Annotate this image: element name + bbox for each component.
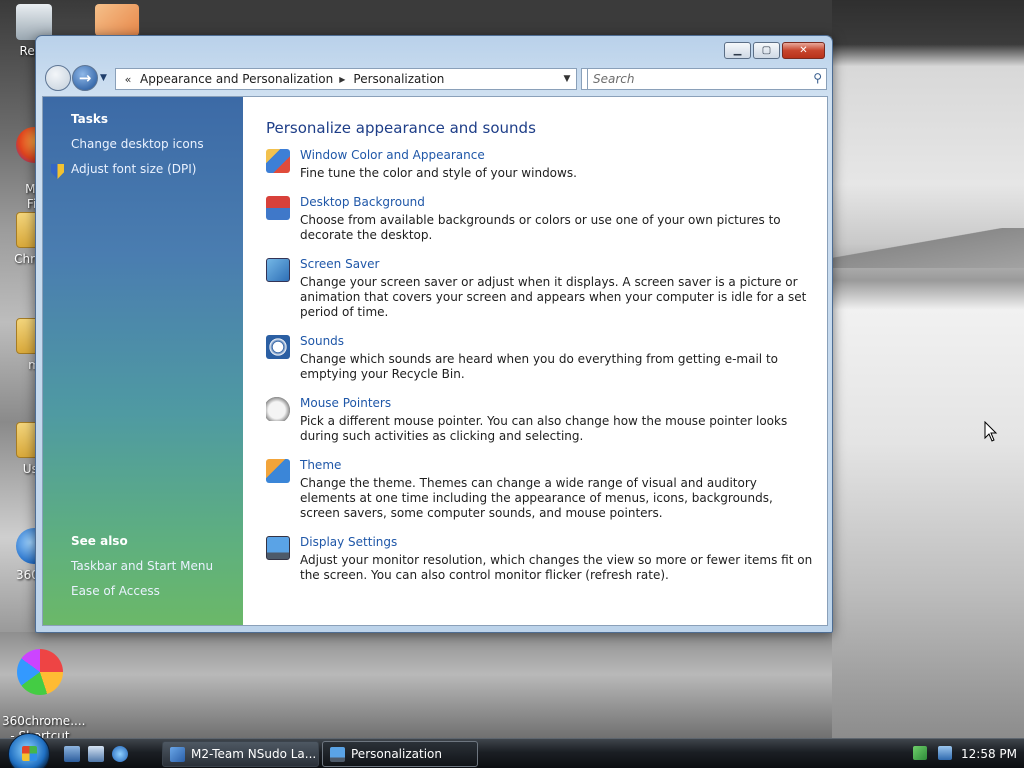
- theme-link[interactable]: Theme: [300, 457, 341, 473]
- list-item-display-settings: Display Settings Adjust your monitor res…: [266, 534, 816, 583]
- start-button[interactable]: [8, 733, 50, 768]
- ease-of-access-link[interactable]: Ease of Access: [71, 584, 160, 598]
- content-area: Tasks Change desktop icons Adjust font s…: [42, 96, 828, 626]
- page-title: Personalize appearance and sounds: [266, 119, 536, 137]
- desktop-wallpaper-top: [140, 0, 832, 36]
- desktop-wallpaper: [832, 0, 1024, 738]
- 360chrome-icon: [17, 649, 63, 695]
- desktop-wallpaper-floor: [0, 632, 832, 738]
- taskbar-start-menu-link[interactable]: Taskbar and Start Menu: [71, 559, 213, 573]
- caption-buttons: ▁ ▢ ✕: [722, 42, 825, 59]
- clock[interactable]: 12:58 PM: [961, 739, 1017, 768]
- forward-button[interactable]: →: [72, 65, 98, 91]
- back-button[interactable]: [45, 65, 71, 91]
- app-desktop-icon[interactable]: [95, 4, 139, 36]
- list-item-screen-saver: Screen Saver Change your screen saver or…: [266, 256, 816, 320]
- navigation-bar: → ▼ « Appearance and Personalization ▶ P…: [42, 64, 828, 94]
- switch-windows-icon[interactable]: [88, 746, 104, 762]
- color-palette-icon[interactable]: [266, 149, 290, 173]
- list-item-desktop-background: Desktop Background Choose from available…: [266, 194, 816, 243]
- search-icon[interactable]: ⚲: [813, 71, 822, 85]
- sounds-icon[interactable]: [266, 335, 290, 359]
- taskbar-button-personalization[interactable]: Personalization: [322, 741, 478, 767]
- maximize-button[interactable]: ▢: [753, 42, 780, 59]
- screen-saver-description: Change your screen saver or adjust when …: [300, 275, 807, 319]
- taskbar-button-nsudo[interactable]: M2-Team NSudo La...: [162, 741, 319, 767]
- address-dropdown-icon[interactable]: ▼: [558, 74, 576, 84]
- see-also-heading: See also: [71, 534, 128, 548]
- screen-saver-link[interactable]: Screen Saver: [300, 256, 379, 272]
- recent-pages-dropdown[interactable]: ▼: [100, 73, 107, 83]
- minimize-button[interactable]: ▁: [724, 42, 751, 59]
- taskbar-button-label: M2-Team NSudo La...: [191, 747, 317, 761]
- search-box[interactable]: ⚲: [587, 68, 827, 90]
- 360chrome-shortcut-desktop-icon[interactable]: 360chrome.... - Shortcut: [2, 634, 85, 744]
- breadcrumb-personalization[interactable]: Personalization: [353, 72, 444, 86]
- display-settings-description: Adjust your monitor resolution, which ch…: [300, 553, 813, 582]
- close-button[interactable]: ✕: [782, 42, 825, 59]
- adjust-font-size-link[interactable]: Adjust font size (DPI): [71, 162, 196, 176]
- sounds-link[interactable]: Sounds: [300, 333, 344, 349]
- desktop-background-icon[interactable]: [266, 196, 290, 220]
- desktop-wallpaper-hill: [832, 228, 1024, 268]
- uac-shield-icon: [51, 164, 64, 179]
- sounds-description: Change which sounds are heard when you d…: [300, 352, 778, 381]
- internet-explorer-icon[interactable]: [112, 746, 128, 762]
- arrow-right-icon: →: [78, 69, 92, 87]
- screen-saver-icon[interactable]: [266, 258, 290, 282]
- nsudo-icon: [170, 747, 185, 762]
- theme-icon[interactable]: [266, 459, 290, 483]
- main-pane: Personalize appearance and sounds Window…: [266, 119, 816, 583]
- personalization-window: ▁ ▢ ✕ → ▼ « Appearance and Personalizati…: [35, 35, 833, 633]
- mouse-cursor-icon: [984, 421, 998, 442]
- task-pane: Tasks Change desktop icons Adjust font s…: [43, 97, 243, 625]
- mouse-icon[interactable]: [266, 397, 290, 421]
- overflow-chevron-icon[interactable]: «: [116, 73, 140, 86]
- list-item-window-color: Window Color and Appearance Fine tune th…: [266, 147, 816, 181]
- desktop-background-link[interactable]: Desktop Background: [300, 194, 425, 210]
- tasks-heading: Tasks: [71, 112, 109, 126]
- breadcrumb-appearance[interactable]: Appearance and Personalization: [140, 72, 333, 86]
- show-desktop-icon[interactable]: [64, 746, 80, 762]
- window-color-link[interactable]: Window Color and Appearance: [300, 147, 485, 163]
- personalization-icon: [330, 747, 345, 762]
- mouse-pointers-description: Pick a different mouse pointer. You can …: [300, 414, 788, 443]
- network-tray-icon[interactable]: [938, 746, 952, 760]
- change-desktop-icons-link[interactable]: Change desktop icons: [71, 137, 204, 151]
- list-item-theme: Theme Change the theme. Themes can chang…: [266, 457, 816, 521]
- window-color-description: Fine tune the color and style of your wi…: [300, 166, 577, 180]
- theme-description: Change the theme. Themes can change a wi…: [300, 476, 773, 520]
- search-input[interactable]: [588, 69, 798, 89]
- taskbar: M2-Team NSudo La... Personalization 12:5…: [0, 733, 1024, 768]
- display-settings-link[interactable]: Display Settings: [300, 534, 397, 550]
- address-bar[interactable]: « Appearance and Personalization ▶ Perso…: [115, 68, 577, 90]
- taskbar-button-label: Personalization: [351, 747, 442, 761]
- mouse-pointers-link[interactable]: Mouse Pointers: [300, 395, 391, 411]
- security-tray-icon[interactable]: [913, 746, 927, 760]
- breadcrumb-separator-icon[interactable]: ▶: [339, 75, 345, 84]
- list-item-mouse-pointers: Mouse Pointers Pick a different mouse po…: [266, 395, 816, 444]
- desktop-background-description: Choose from available backgrounds or col…: [300, 213, 781, 242]
- list-item-sounds: Sounds Change which sounds are heard whe…: [266, 333, 816, 382]
- display-icon[interactable]: [266, 536, 290, 560]
